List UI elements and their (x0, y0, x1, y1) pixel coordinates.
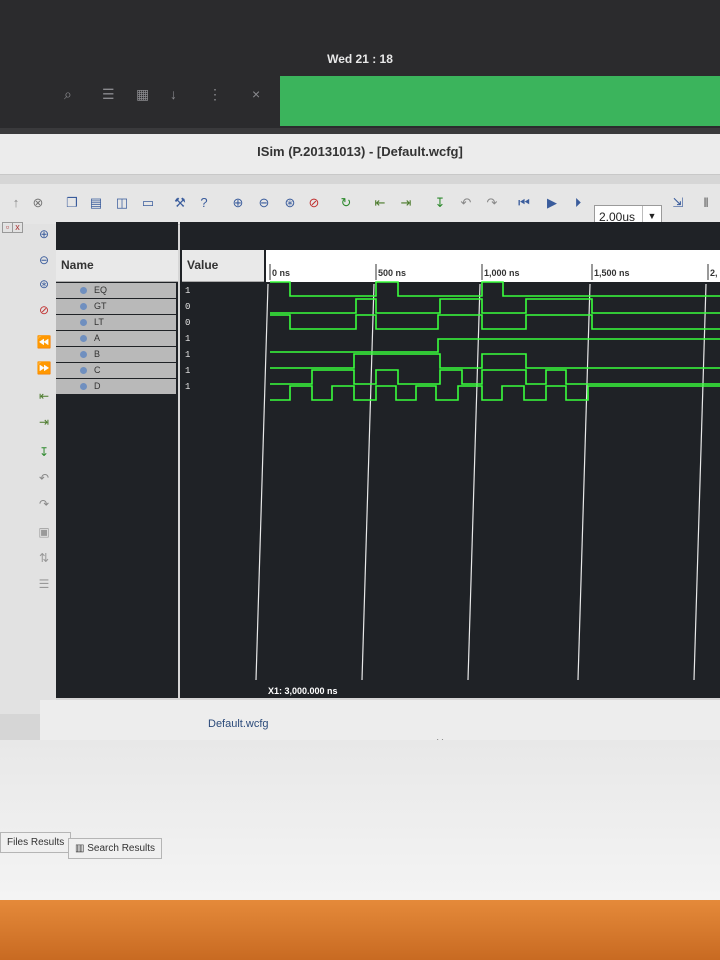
timeline-tick-label: 2, (710, 268, 718, 278)
tab-files-results[interactable]: Files Results (0, 832, 72, 853)
search-results-icon: ▥ (75, 843, 88, 854)
waveform-d (270, 385, 720, 401)
console-area (0, 740, 720, 900)
desktop-edge (0, 900, 720, 960)
tab-search-results-label: Search Results (87, 843, 156, 854)
waveform-lt (270, 314, 720, 330)
marker-line[interactable] (693, 283, 707, 681)
timeline-tick-label: 500 ns (378, 268, 406, 278)
waveform-b (270, 353, 720, 369)
marker-line[interactable] (361, 283, 375, 681)
timeline-tick-label: 1,000 ns (484, 268, 520, 278)
marker-line[interactable] (467, 283, 481, 681)
editor-tab-strip (40, 700, 720, 740)
tab-default-wcfg[interactable]: Default.wcfg (208, 718, 269, 730)
timeline-tick-label: 0 ns (272, 268, 290, 278)
marker-line[interactable] (577, 283, 591, 681)
cursor-readout: X1: 3,000.000 ns (268, 686, 338, 696)
waveform-gt (270, 298, 720, 314)
waveform-c (270, 369, 720, 385)
waveform-eq (270, 281, 720, 297)
waveform-a (270, 338, 720, 353)
timeline-tick-label: 1,500 ns (594, 268, 630, 278)
marker-line[interactable] (255, 283, 269, 681)
tab-search-results[interactable]: ▥ Search Results (68, 838, 163, 859)
